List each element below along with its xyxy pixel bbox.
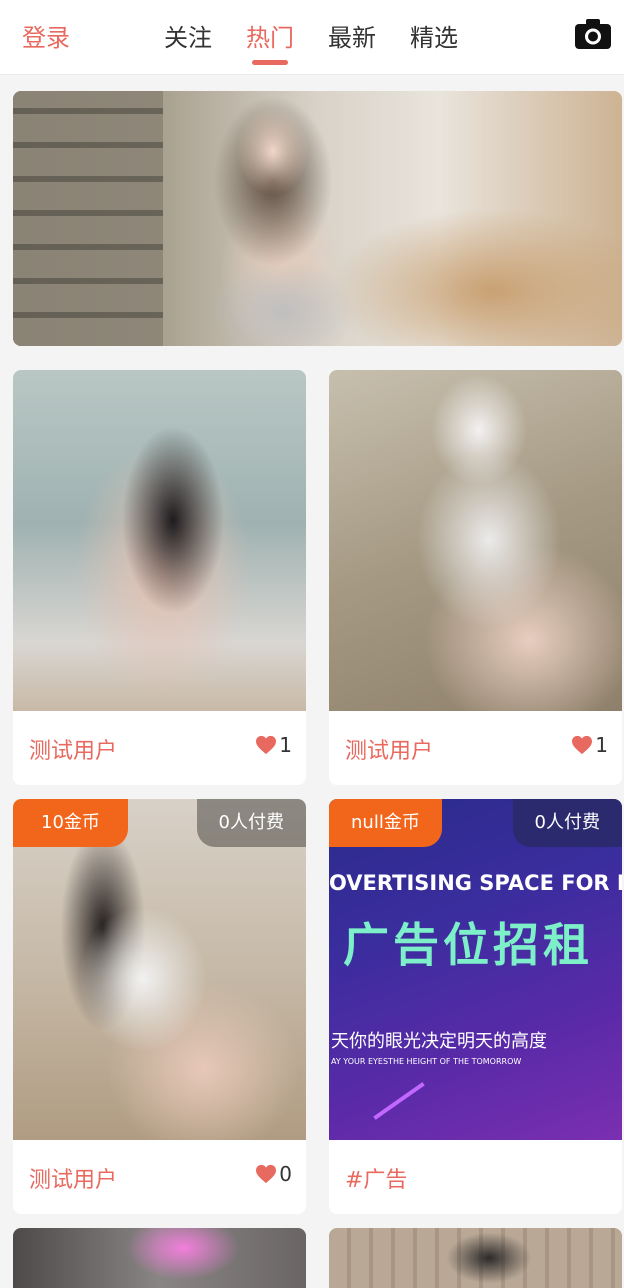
- tab-hot[interactable]: 热门: [246, 18, 294, 65]
- post-card[interactable]: 测试用户 1: [329, 370, 622, 785]
- post-image: [13, 370, 306, 711]
- post-tag[interactable]: #广告: [345, 1162, 407, 1194]
- post-username[interactable]: 测试用户: [345, 733, 433, 765]
- post-image: [329, 370, 622, 711]
- like-count: 0: [279, 1162, 292, 1186]
- tab-following[interactable]: 关注: [164, 18, 212, 53]
- camera-icon[interactable]: [574, 18, 612, 50]
- like-counter[interactable]: 0: [255, 1162, 292, 1186]
- like-counter[interactable]: 1: [571, 733, 608, 757]
- post-meta: 测试用户 1: [329, 711, 622, 785]
- heart-icon: [256, 735, 277, 755]
- price-badge: 10金币: [13, 799, 128, 847]
- post-meta: 测试用户 1: [13, 711, 306, 785]
- ad-headline-cn: 广告位招租: [343, 918, 593, 972]
- heart-icon: [572, 735, 593, 755]
- post-meta: 测试用户 0: [13, 1140, 306, 1214]
- post-card[interactable]: 测试用户 1: [13, 370, 306, 785]
- post-image: 10金币 0人付费: [13, 799, 306, 1140]
- paid-count-badge: 0人付费: [512, 799, 622, 847]
- like-count: 1: [279, 733, 292, 757]
- post-card[interactable]: 10金币 0人付费 测试用户 0: [13, 799, 306, 1214]
- post-meta: #广告: [329, 1140, 622, 1214]
- post-username[interactable]: 测试用户: [29, 733, 117, 765]
- banner-photo: [163, 91, 403, 346]
- post-username[interactable]: 测试用户: [29, 1162, 117, 1194]
- tab-hot-label: 热门: [246, 24, 294, 52]
- like-count: 1: [595, 733, 608, 757]
- active-tab-indicator: [252, 60, 288, 65]
- tab-featured[interactable]: 精选: [410, 18, 458, 53]
- featured-banner[interactable]: [13, 91, 622, 346]
- paid-count-badge: 0人付费: [196, 799, 306, 847]
- ad-headline-en: OVERTISING SPACE FOR RENT: [329, 871, 622, 895]
- post-card-partial[interactable]: [13, 1228, 306, 1288]
- heart-icon: [256, 1164, 277, 1184]
- banner-bricks-decor: [13, 91, 163, 346]
- top-nav-bar: 登录 关注 热门 最新 精选: [0, 0, 624, 75]
- ad-image: OVERTISING SPACE FOR RENT 广告位招租 天你的眼光决定明…: [329, 799, 622, 1140]
- tab-latest[interactable]: 最新: [328, 18, 376, 53]
- ad-decor-stripe: [373, 1082, 425, 1120]
- post-card-partial[interactable]: [329, 1228, 622, 1288]
- feed-tabs: 关注 热门 最新 精选: [164, 18, 458, 65]
- like-counter[interactable]: 1: [255, 733, 292, 757]
- ad-slogan-cn: 天你的眼光决定明天的高度: [331, 1031, 547, 1052]
- login-button[interactable]: 登录: [22, 18, 70, 53]
- ad-card[interactable]: OVERTISING SPACE FOR RENT 广告位招租 天你的眼光决定明…: [329, 799, 622, 1214]
- ad-slogan-en: AY YOUR EYESTHE HEIGHT OF THE TOMORROW: [331, 1057, 522, 1066]
- price-badge: null金币: [329, 799, 442, 847]
